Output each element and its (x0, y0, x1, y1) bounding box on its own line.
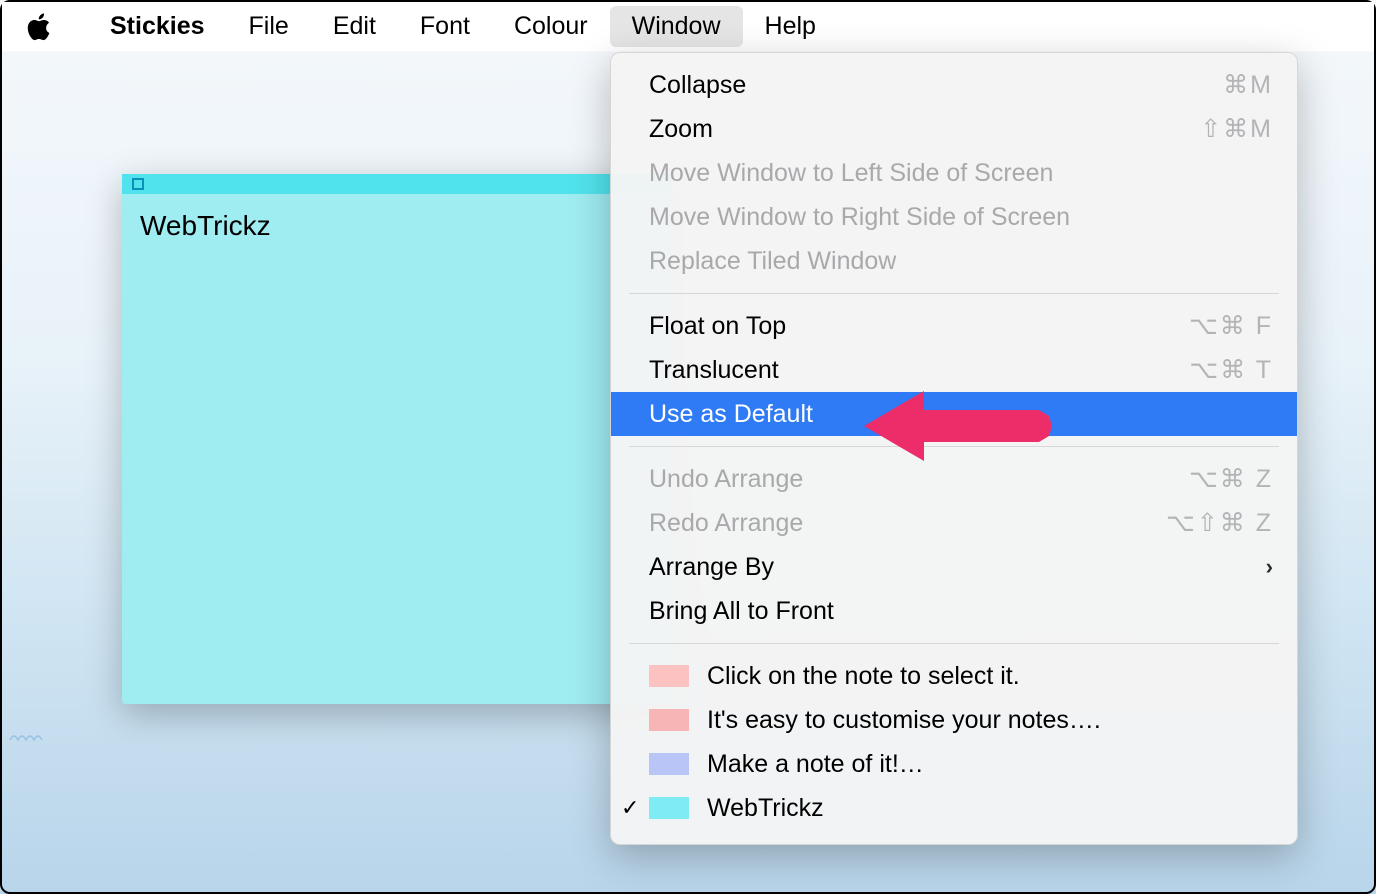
menu-item-label: Float on Top (649, 312, 786, 341)
apple-logo-icon[interactable] (24, 11, 52, 43)
menu-item-label: Redo Arrange (649, 509, 803, 538)
menu-item-label: Use as Default (649, 400, 813, 429)
menu-shortcut: ⌥⌘ T (1189, 355, 1273, 385)
window-menu-dropdown: Collapse ⌘M Zoom ⇧⌘M Move Window to Left… (610, 52, 1298, 845)
note-color-swatch (649, 709, 689, 731)
check-icon: ✓ (621, 795, 639, 821)
menu-move-left: Move Window to Left Side of Screen (611, 151, 1297, 195)
note-title: It's easy to customise your notes…. (707, 706, 1101, 735)
menu-shortcut: ⌥⇧⌘ Z (1166, 508, 1273, 538)
menu-replace-tiled: Replace Tiled Window (611, 239, 1297, 283)
sticky-content[interactable]: WebTrickz (122, 194, 672, 258)
menu-window[interactable]: Window (610, 6, 743, 47)
menu-app-name[interactable]: Stickies (88, 6, 227, 47)
menu-note-item[interactable]: It's easy to customise your notes…. (611, 698, 1297, 742)
note-color-swatch (649, 753, 689, 775)
menu-edit[interactable]: Edit (311, 6, 398, 47)
menu-shortcut: ⌥⌘ Z (1189, 464, 1273, 494)
menubar: Stickies File Edit Font Colour Window He… (2, 2, 1374, 52)
menu-bring-all-to-front[interactable]: Bring All to Front (611, 589, 1297, 633)
menu-font[interactable]: Font (398, 6, 492, 47)
menu-use-as-default[interactable]: Use as Default (611, 392, 1297, 436)
menu-undo-arrange: Undo Arrange ⌥⌘ Z (611, 457, 1297, 501)
menu-shortcut: ⌘M (1223, 70, 1273, 100)
menu-arrange-by[interactable]: Arrange By › (611, 545, 1297, 589)
menu-item-label: Move Window to Left Side of Screen (649, 159, 1053, 188)
menu-help[interactable]: Help (743, 6, 838, 47)
menu-colour[interactable]: Colour (492, 6, 610, 47)
chevron-right-icon: › (1266, 554, 1273, 580)
menu-item-label: Move Window to Right Side of Screen (649, 203, 1070, 232)
menu-note-item[interactable]: Make a note of it!… (611, 742, 1297, 786)
menu-item-label: Undo Arrange (649, 465, 803, 494)
menu-shortcut: ⌥⌘ F (1189, 311, 1273, 341)
menu-file[interactable]: File (227, 6, 311, 47)
menu-item-label: Arrange By (649, 553, 774, 582)
menu-item-label: Bring All to Front (649, 597, 834, 626)
menu-item-label: Replace Tiled Window (649, 247, 896, 276)
menu-item-label: Collapse (649, 71, 746, 100)
menu-separator (629, 643, 1279, 644)
sticky-titlebar[interactable] (122, 174, 672, 194)
menu-float-on-top[interactable]: Float on Top ⌥⌘ F (611, 304, 1297, 348)
decorative-scribble (8, 724, 48, 744)
menu-redo-arrange: Redo Arrange ⌥⇧⌘ Z (611, 501, 1297, 545)
apple-icon (25, 12, 51, 42)
note-color-swatch (649, 665, 689, 687)
menu-note-item[interactable]: Click on the note to select it. (611, 654, 1297, 698)
note-title: Click on the note to select it. (707, 662, 1020, 691)
menu-separator (629, 293, 1279, 294)
menu-separator (629, 446, 1279, 447)
menu-shortcut: ⇧⌘M (1200, 114, 1273, 144)
note-color-swatch (649, 797, 689, 819)
sticky-close-icon[interactable] (132, 178, 144, 190)
menu-move-right: Move Window to Right Side of Screen (611, 195, 1297, 239)
note-title: WebTrickz (707, 794, 824, 823)
menu-zoom[interactable]: Zoom ⇧⌘M (611, 107, 1297, 151)
menu-collapse[interactable]: Collapse ⌘M (611, 63, 1297, 107)
menu-note-item-checked[interactable]: ✓ WebTrickz (611, 786, 1297, 830)
menu-item-label: Translucent (649, 356, 779, 385)
sticky-note-window[interactable]: WebTrickz (122, 174, 672, 704)
note-title: Make a note of it!… (707, 750, 924, 779)
menu-item-label: Zoom (649, 115, 713, 144)
menu-translucent[interactable]: Translucent ⌥⌘ T (611, 348, 1297, 392)
